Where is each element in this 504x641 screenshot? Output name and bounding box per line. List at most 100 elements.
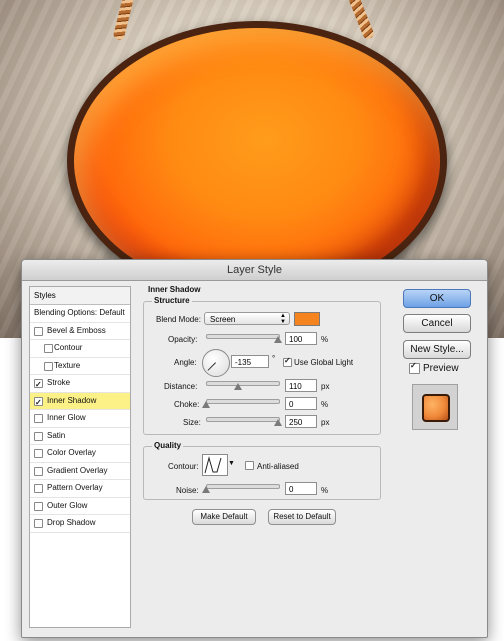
size-unit: px [321, 418, 330, 427]
use-global-light-checkbox[interactable] [283, 356, 292, 367]
anti-aliased-checkbox[interactable] [245, 461, 254, 470]
choke-label: Choke: [174, 400, 200, 409]
size-slider-thumb[interactable] [274, 419, 282, 426]
preview-label: Preview [423, 363, 459, 374]
noise-field[interactable]: 0 [285, 482, 317, 495]
size-field[interactable]: 250 [285, 415, 317, 428]
style-item-label: Contour [54, 343, 83, 352]
style-item[interactable]: Texture [30, 358, 130, 375]
style-item-label: Gradient Overlay [47, 465, 108, 475]
style-item-label: Drop Shadow [47, 518, 96, 527]
style-item-label: Stroke [47, 378, 71, 387]
style-item[interactable]: Gradient Overlay [30, 463, 130, 480]
style-item-checkbox[interactable] [34, 395, 43, 411]
style-item[interactable]: Stroke [30, 375, 130, 394]
style-item-checkbox[interactable] [34, 466, 43, 476]
right-chain [347, 0, 376, 41]
opacity-unit: % [321, 335, 329, 344]
style-item-checkbox[interactable] [34, 377, 43, 394]
style-item[interactable]: Color Overlay [30, 445, 130, 463]
oval-fill [74, 28, 440, 294]
preview-checkbox[interactable] [409, 361, 420, 374]
opacity-slider-thumb[interactable] [274, 336, 282, 343]
opacity-slider-track[interactable] [206, 334, 280, 339]
distance-unit: px [321, 382, 330, 391]
style-item-label: Inner Glow [47, 413, 86, 422]
choke-field[interactable]: 0 [285, 397, 317, 410]
size-label: Size: [183, 418, 201, 427]
style-item[interactable]: Pattern Overlay [30, 480, 130, 498]
use-global-light-label: Use Global Light [294, 358, 354, 367]
angle-dial[interactable] [202, 349, 230, 377]
style-preview-thumbnail [412, 384, 458, 430]
style-item-checkbox[interactable] [34, 484, 43, 493]
dialog-title[interactable]: Layer Style [22, 260, 487, 281]
style-item[interactable]: Contour [30, 340, 130, 358]
style-item-label: Bevel & Emboss [47, 325, 106, 335]
noise-slider-track[interactable] [206, 484, 280, 489]
noise-label: Noise: [176, 486, 199, 495]
contour-curve-icon [204, 456, 222, 474]
distance-label: Distance: [164, 382, 198, 391]
new-style-button[interactable]: New Style... [403, 340, 471, 359]
style-item-checkbox[interactable] [34, 326, 43, 336]
size-slider-track[interactable] [206, 417, 280, 422]
choke-unit: % [321, 400, 329, 409]
style-item-checkbox[interactable] [44, 361, 53, 371]
distance-slider-track[interactable] [206, 381, 280, 386]
choke-slider-track[interactable] [206, 399, 280, 404]
angle-field[interactable]: -135 [231, 355, 269, 368]
distance-field[interactable]: 110 [285, 379, 317, 392]
noise-slider-thumb[interactable] [202, 486, 210, 493]
angle-needle [207, 362, 216, 371]
style-item-label: Blending Options: Default [34, 308, 125, 317]
contour-dropdown-icon[interactable]: ▼ [228, 460, 235, 467]
noise-unit: % [321, 486, 329, 495]
style-item[interactable]: Satin [30, 428, 130, 445]
style-item-checkbox[interactable] [34, 519, 43, 528]
style-item-checkbox[interactable] [34, 431, 43, 441]
style-item-checkbox[interactable] [34, 449, 43, 458]
select-arrows-icon: ▲ ▼ [280, 313, 286, 325]
contour-picker[interactable] [202, 454, 228, 476]
style-item-label: Pattern Overlay [47, 483, 103, 492]
quality-title: Quality [152, 441, 184, 450]
style-item-checkbox[interactable] [44, 344, 53, 353]
ok-button[interactable]: OK [403, 289, 471, 308]
structure-title: Structure [152, 296, 192, 305]
preview-swatch [422, 394, 450, 422]
angle-unit: ° [272, 354, 276, 363]
choke-slider-thumb[interactable] [202, 401, 210, 408]
contour-label: Contour: [168, 462, 199, 471]
styles-header[interactable]: Styles [30, 287, 130, 305]
blend-mode-value: Screen [210, 315, 236, 324]
distance-slider-thumb[interactable] [233, 383, 242, 390]
style-item-label: Texture [54, 360, 81, 370]
style-item-label: Inner Shadow [47, 395, 97, 405]
left-chain [112, 0, 135, 41]
cancel-button[interactable]: Cancel [403, 314, 471, 333]
style-item[interactable]: Inner Glow [30, 410, 130, 428]
opacity-field[interactable]: 100 [285, 332, 317, 345]
anti-aliased-label: Anti-aliased [257, 462, 299, 471]
style-item[interactable]: Outer Glow [30, 498, 130, 515]
layer-style-dialog: Layer Style Styles Blending Options: Def… [21, 259, 488, 638]
opacity-label: Opacity: [168, 335, 198, 344]
shadow-color-swatch[interactable] [294, 312, 320, 326]
blend-mode-select[interactable]: Screen ▲ ▼ [204, 312, 290, 325]
style-item-label: Outer Glow [47, 500, 88, 510]
styles-panel: Styles Blending Options: Default Bevel & … [29, 286, 131, 628]
inner-shadow-title: Inner Shadow [146, 285, 203, 294]
style-item[interactable]: Bevel & Emboss [30, 323, 130, 340]
style-item-label: Color Overlay [47, 448, 96, 457]
style-item-checkbox[interactable] [34, 501, 43, 511]
reset-to-default-button[interactable]: Reset to Default [268, 509, 336, 525]
blend-mode-label: Blend Mode: [156, 315, 201, 324]
style-item[interactable]: Blending Options: Default [30, 305, 130, 323]
style-item[interactable]: Inner Shadow [30, 392, 130, 411]
style-item-checkbox[interactable] [34, 414, 43, 423]
make-default-button[interactable]: Make Default [192, 509, 256, 525]
styles-list: Blending Options: Default Bevel & Emboss C… [30, 305, 130, 533]
angle-label: Angle: [174, 358, 197, 367]
style-item[interactable]: Drop Shadow [30, 515, 130, 533]
